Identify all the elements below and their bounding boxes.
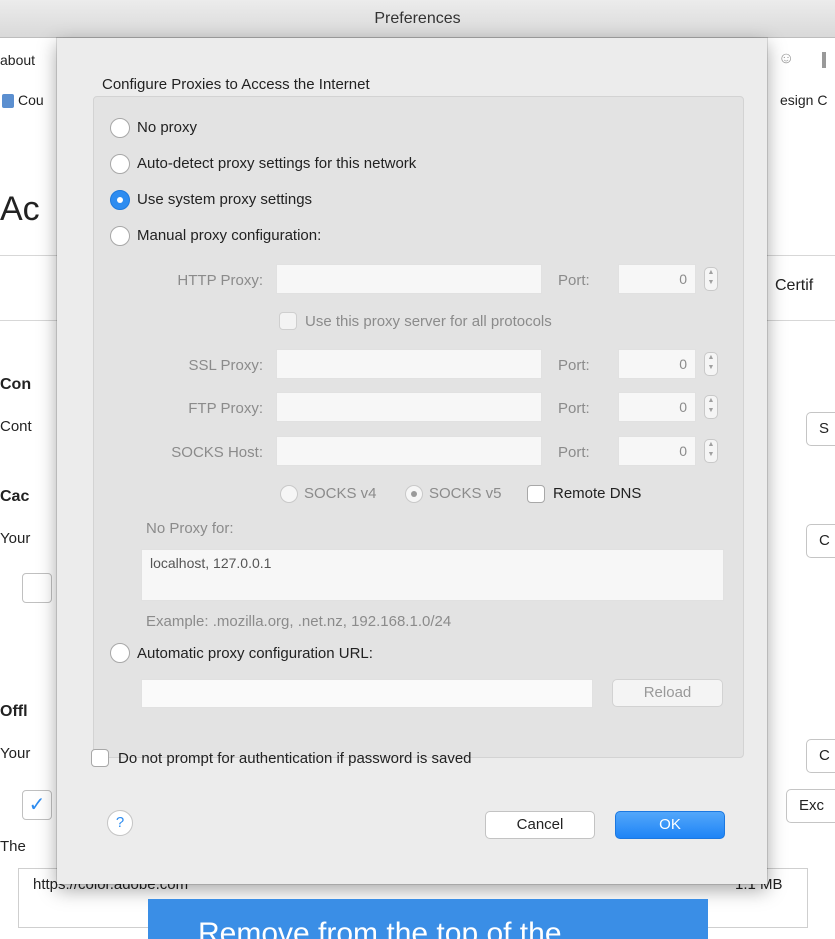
no-proxy-radio[interactable] xyxy=(110,118,130,138)
bg-divider xyxy=(767,320,835,321)
auth-prompt-label[interactable]: Do not prompt for authentication if pass… xyxy=(118,750,472,767)
remote-dns-label[interactable]: Remote DNS xyxy=(553,485,641,502)
reload-button[interactable]: Reload xyxy=(612,679,723,707)
socks-v4-label[interactable]: SOCKS v4 xyxy=(304,485,377,502)
bg-fragment-offline-desc: Your xyxy=(0,745,31,762)
auth-prompt-checkbox[interactable] xyxy=(91,749,109,767)
auto-detect-label[interactable]: Auto-detect proxy settings for this netw… xyxy=(137,155,416,172)
auto-detect-radio[interactable] xyxy=(110,154,130,174)
http-port-input[interactable]: 0 xyxy=(618,264,696,294)
auto-proxy-url-label[interactable]: Automatic proxy configuration URL: xyxy=(137,645,373,662)
http-port-stepper-icon[interactable]: ▲ ▼ xyxy=(704,267,718,291)
socks-v5-radio[interactable] xyxy=(405,485,423,503)
system-proxy-label[interactable]: Use system proxy settings xyxy=(137,191,312,208)
ftp-port-input[interactable]: 0 xyxy=(618,392,696,422)
socks-port-stepper-icon[interactable]: ▲ ▼ xyxy=(704,439,718,463)
auto-proxy-url-radio[interactable] xyxy=(110,643,130,663)
socks-v5-label[interactable]: SOCKS v5 xyxy=(429,485,502,502)
bg-divider xyxy=(767,255,835,256)
manual-proxy-label[interactable]: Manual proxy configuration: xyxy=(137,227,321,244)
bottom-banner[interactable]: Remove from the top of the xyxy=(148,899,708,939)
bookmark-icon xyxy=(2,94,14,108)
socks-port-label: Port: xyxy=(558,444,590,461)
bg-clear-cache-button[interactable]: C xyxy=(806,524,835,558)
bg-fragment-cache-title: Cac xyxy=(0,488,30,505)
bg-fragment-connection-desc: Cont xyxy=(0,418,32,435)
bg-offline-checkbox[interactable]: ✓ xyxy=(22,790,52,820)
ftp-port-label: Port: xyxy=(558,400,590,417)
manual-proxy-radio[interactable] xyxy=(110,226,130,246)
bg-exceptions-button[interactable]: Exc xyxy=(786,789,835,823)
sidebar-icon[interactable] xyxy=(822,52,826,68)
bg-fragment-design[interactable]: esign C xyxy=(780,92,827,108)
use-all-protocols-checkbox[interactable] xyxy=(279,312,297,330)
bg-cache-checkbox[interactable] xyxy=(22,573,52,603)
bg-clear-data-button[interactable]: C xyxy=(806,739,835,773)
bg-settings-button[interactable]: S xyxy=(806,412,835,446)
ftp-proxy-input[interactable] xyxy=(276,392,542,422)
ftp-proxy-label: FTP Proxy: xyxy=(188,400,263,417)
socks-host-label: SOCKS Host: xyxy=(171,444,263,461)
bg-fragment-cache-desc: Your xyxy=(0,530,31,547)
ssl-port-stepper-icon[interactable]: ▲ ▼ xyxy=(704,352,718,376)
bg-divider xyxy=(0,255,57,256)
no-proxy-for-label: No Proxy for: xyxy=(146,520,234,537)
cancel-button[interactable]: Cancel xyxy=(485,811,595,839)
bg-fragment-about: about xyxy=(0,52,36,68)
ssl-port-label: Port: xyxy=(558,357,590,374)
use-all-protocols-label[interactable]: Use this proxy server for all protocols xyxy=(305,313,552,330)
ssl-port-input[interactable]: 0 xyxy=(618,349,696,379)
bg-fragment-offline-title: Offl xyxy=(0,703,28,720)
window-title: Preferences xyxy=(0,0,835,38)
socks-port-input[interactable]: 0 xyxy=(618,436,696,466)
http-port-label: Port: xyxy=(558,272,590,289)
bg-divider xyxy=(0,320,57,321)
http-proxy-label: HTTP Proxy: xyxy=(177,272,263,289)
socks-v4-radio[interactable] xyxy=(280,485,298,503)
sheet-heading: Configure Proxies to Access the Internet xyxy=(102,76,370,93)
bg-fragment-bookmark[interactable]: Cou xyxy=(18,92,58,108)
no-proxy-label[interactable]: No proxy xyxy=(137,119,197,136)
no-proxy-example-text: Example: .mozilla.org, .net.nz, 192.168.… xyxy=(146,613,452,630)
no-proxy-for-textarea[interactable]: localhost, 127.0.0.1 xyxy=(141,549,724,601)
ssl-proxy-input[interactable] xyxy=(276,349,542,379)
bg-fragment-heading: Ac xyxy=(0,190,40,228)
bg-fragment-certificates-tab[interactable]: Certif xyxy=(775,277,813,295)
bg-fragment-the: The xyxy=(0,838,26,855)
ssl-proxy-label: SSL Proxy: xyxy=(188,357,263,374)
remote-dns-checkbox[interactable] xyxy=(527,485,545,503)
bg-fragment-connection-title: Con xyxy=(0,376,32,393)
http-proxy-input[interactable] xyxy=(276,264,542,294)
ok-button[interactable]: OK xyxy=(615,811,725,839)
auto-proxy-url-input[interactable] xyxy=(141,679,593,708)
connection-settings-sheet: Configure Proxies to Access the Internet… xyxy=(57,38,767,884)
smiley-icon[interactable]: ☺ xyxy=(778,50,794,68)
socks-host-input[interactable] xyxy=(276,436,542,466)
help-button[interactable]: ? xyxy=(107,810,133,836)
system-proxy-radio[interactable] xyxy=(110,190,130,210)
ftp-port-stepper-icon[interactable]: ▲ ▼ xyxy=(704,395,718,419)
